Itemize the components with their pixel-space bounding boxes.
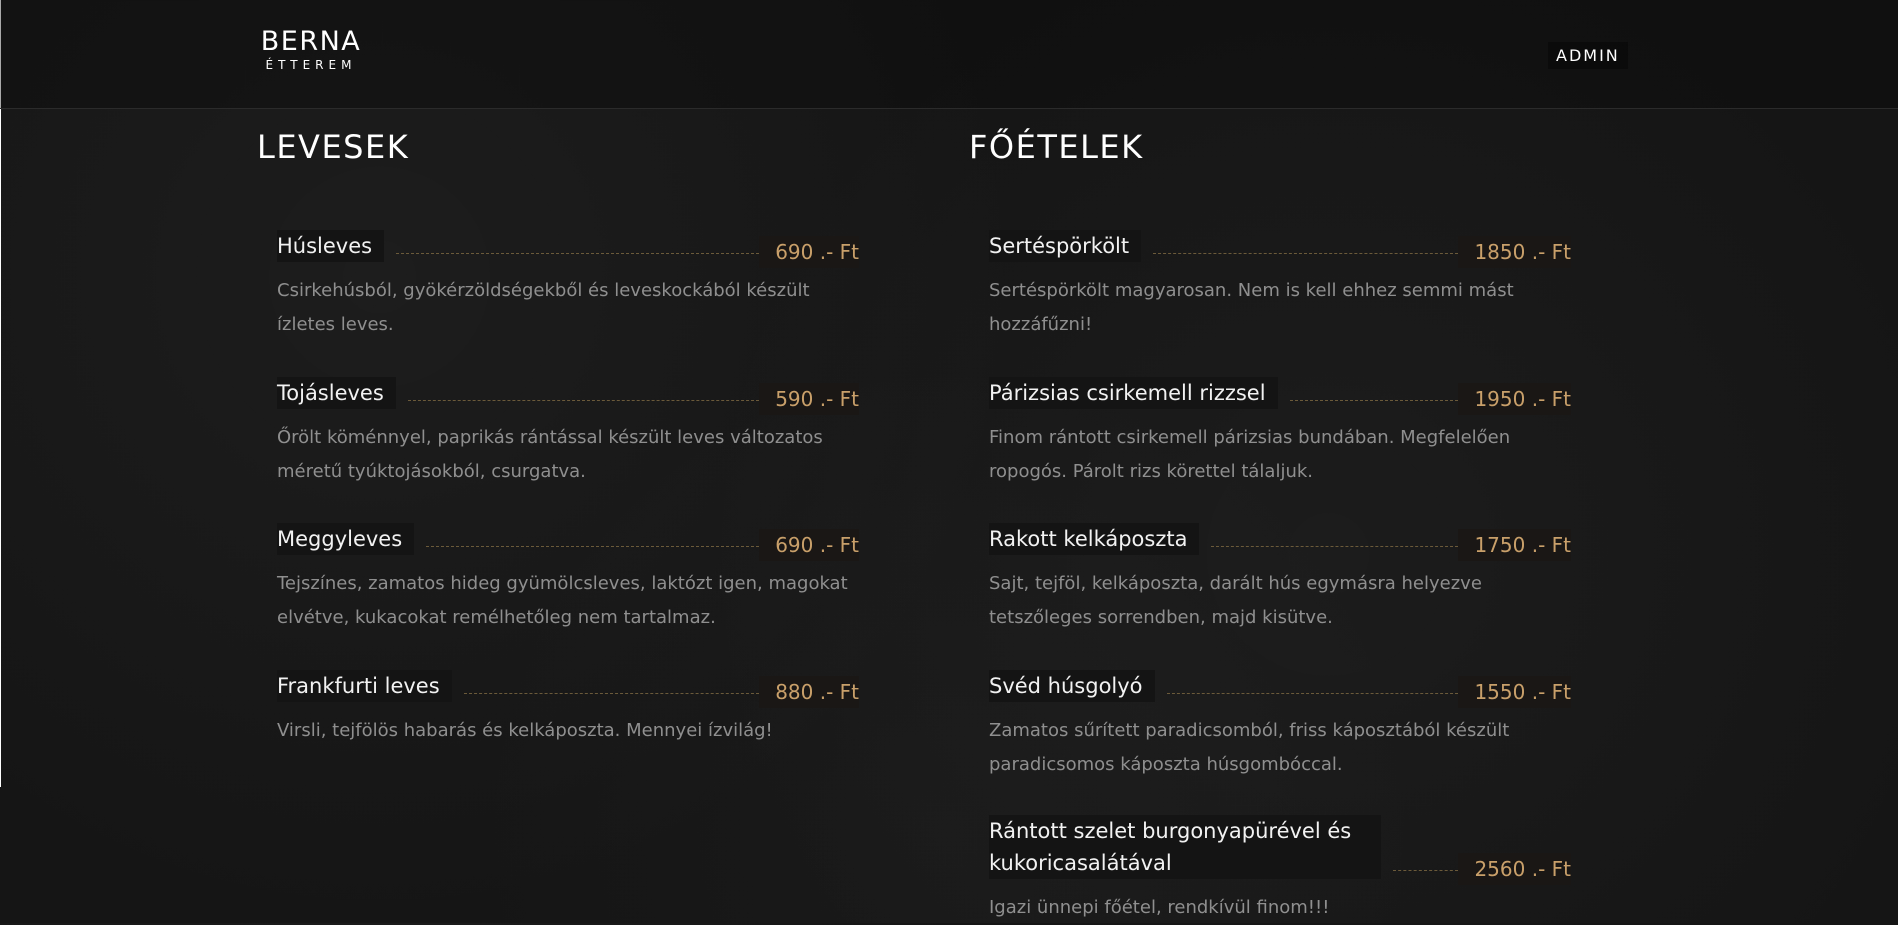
admin-link[interactable]: ADMIN <box>1548 42 1628 69</box>
left-edge-line <box>0 0 1 787</box>
menu-item-price: 690 .- Ft <box>759 236 859 268</box>
menu-item: Rakott kelkáposzta 1750 .- Ft Sajt, tejf… <box>989 523 1571 635</box>
menu-item: Frankfurti leves 880 .- Ft Virsli, tejfö… <box>277 670 859 748</box>
dotted-leader <box>463 692 760 694</box>
menu-item-head: Rántott szelet burgonyapürével és kukori… <box>989 815 1571 885</box>
menu-item-price: 1950 .- Ft <box>1458 383 1571 415</box>
menu-item-head: Meggyleves 690 .- Ft <box>277 523 859 561</box>
section-title-soups: LEVESEK <box>257 128 410 166</box>
menu-item: Svéd húsgolyó 1550 .- Ft Zamatos sűrítet… <box>989 670 1571 782</box>
menu-item-description: Igazi ünnepi főétel, rendkívül finom!!! <box>989 897 1330 918</box>
menu-item-head: Frankfurti leves 880 .- Ft <box>277 670 859 708</box>
menu-item-name: Húsleves <box>277 230 385 262</box>
menu-item-description: Finom rántott csirkemell párizsias bundá… <box>989 427 1511 482</box>
menu-item-head: Rakott kelkáposzta 1750 .- Ft <box>989 523 1571 561</box>
dotted-leader <box>396 252 760 254</box>
menu-item-price: 880 .- Ft <box>759 676 859 708</box>
menu-item-description: Tejszínes, zamatos hideg gyümölcsleves, … <box>277 573 848 628</box>
menu-item: Tojásleves 590 .- Ft Őrölt köménnyel, pa… <box>277 377 859 489</box>
menu-item-name: Rakott kelkáposzta <box>989 523 1200 555</box>
menu-item-name: Meggyleves <box>277 523 415 555</box>
logo-main-text: BERNA <box>260 26 362 57</box>
dotted-leader <box>426 545 760 547</box>
menu-item-name: Tojásleves <box>277 377 396 409</box>
menu-item-price: 1550 .- Ft <box>1458 676 1571 708</box>
menu-item-price: 590 .- Ft <box>759 383 859 415</box>
menu-item-description: Sajt, tejföl, kelkáposzta, darált hús eg… <box>989 573 1482 628</box>
dotted-leader <box>1393 869 1459 871</box>
menu-item-name: Svéd húsgolyó <box>989 670 1155 702</box>
menu-item: Húsleves 690 .- Ft Csirkehúsból, gyökérz… <box>277 230 859 342</box>
menu-item-name: Párizsias csirkemell rizzsel <box>989 377 1278 409</box>
menu-item-description: Zamatos sűrített paradicsomból, friss ká… <box>989 720 1510 775</box>
menu-item-price: 2560 .- Ft <box>1458 853 1571 885</box>
menu-item-description: Virsli, tejfölös habarás és kelkáposzta.… <box>277 720 773 741</box>
dotted-leader <box>1211 545 1459 547</box>
top-navbar: BERNA ÉTTEREM ADMIN <box>0 0 1898 109</box>
dotted-leader <box>1289 399 1459 401</box>
menu-item: Párizsias csirkemell rizzsel 1950 .- Ft … <box>989 377 1571 489</box>
dotted-leader <box>1153 252 1459 254</box>
menu-item-description: Sertéspörkölt magyarosan. Nem is kell eh… <box>989 280 1514 335</box>
dotted-leader <box>1166 692 1459 694</box>
restaurant-logo[interactable]: BERNA ÉTTEREM <box>257 26 365 73</box>
menu-item-head: Svéd húsgolyó 1550 .- Ft <box>989 670 1571 708</box>
menu-item-price: 1750 .- Ft <box>1458 529 1571 561</box>
section-title-main-courses: FŐÉTELEK <box>969 128 1144 166</box>
menu-item-name: Sertéspörkölt <box>989 230 1142 262</box>
menu-item: Sertéspörkölt 1850 .- Ft Sertéspörkölt m… <box>989 230 1571 342</box>
menu-item-name: Frankfurti leves <box>277 670 452 702</box>
menu-item-description: Csirkehúsból, gyökérzöldségekből és leve… <box>277 280 810 335</box>
menu-item-name: Rántott szelet burgonyapürével és kukori… <box>989 815 1381 879</box>
logo-sub-text: ÉTTEREM <box>265 58 357 72</box>
menu-item-head: Húsleves 690 .- Ft <box>277 230 859 268</box>
menu-item-head: Tojásleves 590 .- Ft <box>277 377 859 415</box>
menu-item: Rántott szelet burgonyapürével és kukori… <box>989 815 1571 925</box>
menu-item-price: 690 .- Ft <box>759 529 859 561</box>
menu-item-head: Párizsias csirkemell rizzsel 1950 .- Ft <box>989 377 1571 415</box>
menu-item: Meggyleves 690 .- Ft Tejszínes, zamatos … <box>277 523 859 635</box>
menu-item-description: Őrölt köménnyel, paprikás rántással kész… <box>277 427 823 482</box>
dotted-leader <box>407 399 760 401</box>
menu-item-price: 1850 .- Ft <box>1458 236 1571 268</box>
menu-item-head: Sertéspörkölt 1850 .- Ft <box>989 230 1571 268</box>
